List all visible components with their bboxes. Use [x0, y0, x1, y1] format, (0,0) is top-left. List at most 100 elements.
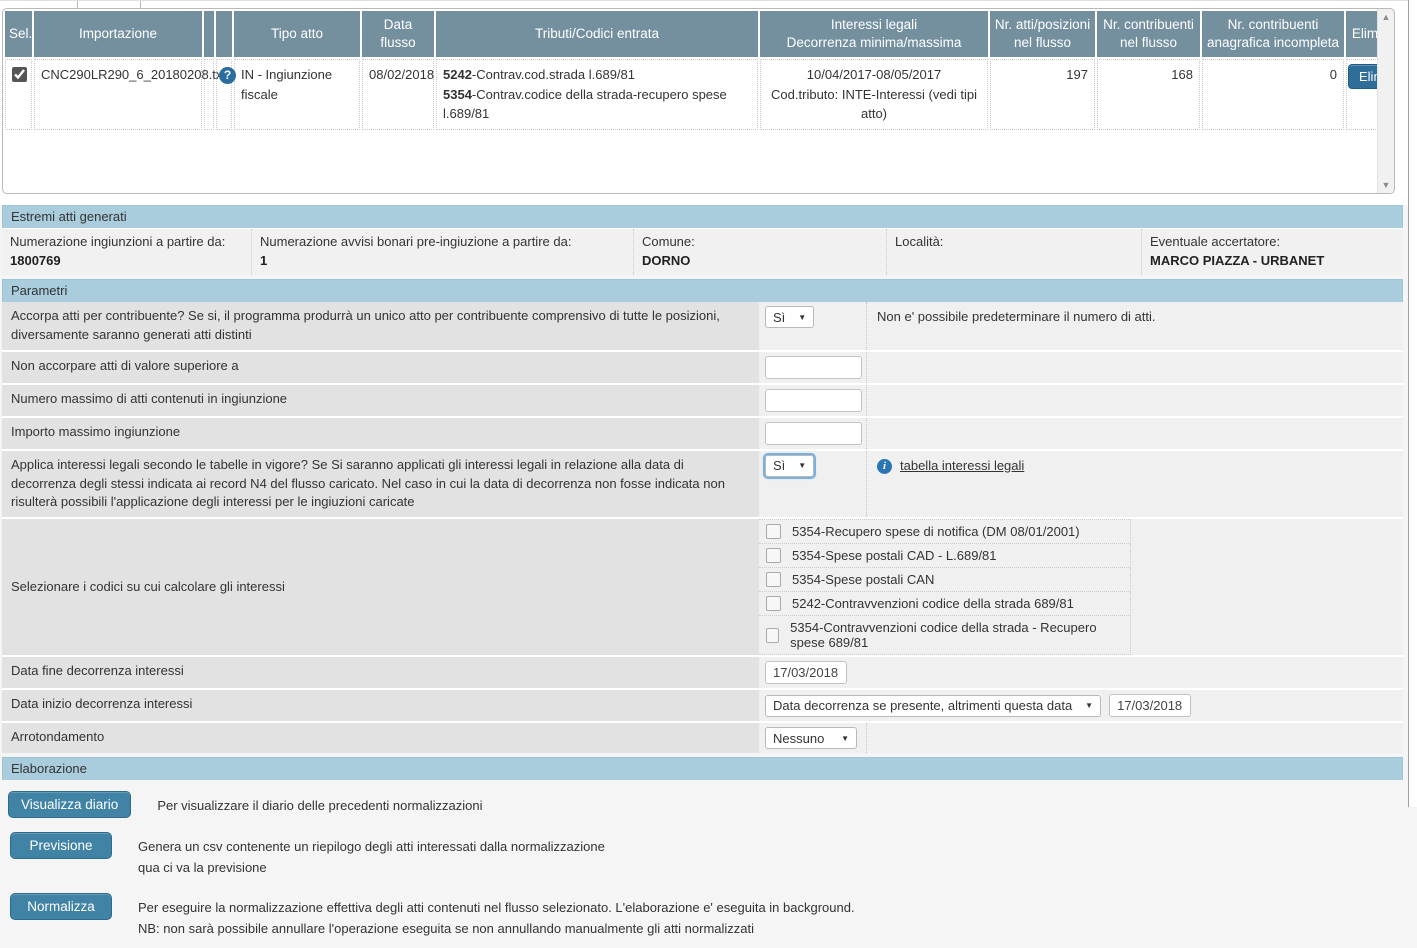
- visualizza-diario-button[interactable]: Visualizza diario: [8, 791, 131, 818]
- select-value: Sì: [773, 310, 785, 325]
- param-label: Numero massimo di atti contenuti in ingi…: [2, 385, 759, 416]
- field-value: [895, 253, 1133, 268]
- param-label: Selezionare i codici su cui calcolare gl…: [2, 519, 759, 655]
- field-value: DORNO: [642, 253, 878, 268]
- chevron-down-icon: ▼: [798, 313, 806, 322]
- param-note: [866, 385, 1403, 416]
- applica-interessi-select[interactable]: Sì ▼: [765, 455, 814, 477]
- table-row: CNC290LR290_6_20180208.txt ? IN - Ingiun…: [5, 59, 1395, 130]
- arrotondamento-select[interactable]: Nessuno ▼: [765, 727, 857, 749]
- row-importazione-cell: CNC290LR290_6_20180208.txt: [34, 59, 202, 130]
- codice-option: 5354-Contravvenzioni codice della strada…: [759, 616, 1131, 655]
- header-interessi-line2: Decorrenza minima/massima: [764, 34, 984, 52]
- field-value: 1800769: [10, 253, 243, 268]
- field-label: Numerazione ingiunzioni a partire da:: [10, 234, 243, 249]
- data-fine-input[interactable]: [765, 661, 847, 684]
- row-data-flusso-cell: 08/02/2018: [362, 59, 434, 130]
- header-interessi: Interessi legali Decorrenza minima/massi…: [760, 11, 988, 57]
- param-content: [759, 352, 1403, 383]
- action-description: Per visualizzare il diario delle precede…: [157, 791, 482, 817]
- header-tributi: Tributi/Codici entrata: [436, 11, 758, 57]
- action-description-line1: Per eseguire la normalizzazione effettiv…: [138, 898, 855, 919]
- param-content: [759, 385, 1403, 416]
- param-row-importo-massimo: Importo massimo ingiunzione: [2, 418, 1403, 449]
- param-label: Arrotondamento: [2, 723, 759, 753]
- param-control: [759, 385, 866, 416]
- interessi-decorrenza: 10/04/2017-08/05/2017: [767, 65, 981, 85]
- valore-superiore-input[interactable]: [765, 356, 862, 379]
- right-margin: [1409, 0, 1417, 807]
- tabella-interessi-link[interactable]: tabella interessi legali: [900, 458, 1024, 473]
- select-value: Data decorrenza se presente, altrimenti …: [773, 698, 1072, 713]
- param-row-selezione-codici: Selezionare i codici su cui calcolare gl…: [2, 519, 1403, 655]
- section-parametri: Parametri: [2, 279, 1403, 302]
- param-note: i tabella interessi legali: [866, 451, 1403, 518]
- parametri-rows: Accorpa atti per contribuente? Se si, il…: [2, 302, 1403, 753]
- param-note: [866, 723, 1403, 753]
- accorpa-select[interactable]: Sì ▼: [765, 306, 814, 328]
- numero-massimo-input[interactable]: [765, 389, 862, 412]
- codice-checkbox[interactable]: [766, 524, 781, 539]
- row-select-checkbox[interactable]: [12, 67, 27, 82]
- flussi-table-container: Sel. Importazione Tipo atto Data flusso …: [2, 8, 1395, 194]
- param-row-non-accorpare: Non accorpare atti di valore superiore a: [2, 352, 1403, 383]
- section-elaborazione: Elaborazione: [2, 757, 1403, 780]
- normalizza-button[interactable]: Normalizza: [10, 893, 112, 920]
- estremi-fields: Numerazione ingiunzioni a partire da: 18…: [2, 228, 1403, 275]
- tributo-code: 5242: [443, 67, 472, 82]
- previsione-button[interactable]: Previsione: [10, 832, 112, 859]
- codice-checkbox[interactable]: [766, 628, 779, 643]
- codice-option: 5242-Contravvenzioni codice della strada…: [759, 592, 1131, 616]
- scroll-up-icon[interactable]: ▲: [1382, 12, 1391, 22]
- tab-strip: [0, 0, 1417, 8]
- header-nr-atti: Nr. atti/posizioni nel flusso: [990, 11, 1095, 57]
- importo-massimo-input[interactable]: [765, 422, 862, 445]
- tributo-desc: -Contrav.cod.strada l.689/81: [472, 67, 635, 82]
- field-value: MARCO PIAZZA - URBANET: [1150, 253, 1395, 268]
- codice-checkbox[interactable]: [766, 596, 781, 611]
- row-nr-atti-cell: 197: [990, 59, 1095, 130]
- param-control: Data decorrenza se presente, altrimenti …: [759, 690, 1197, 721]
- field-localita: Località:: [887, 229, 1142, 275]
- info-icon[interactable]: i: [877, 459, 892, 474]
- param-row-data-fine: Data fine decorrenza interessi: [2, 657, 1403, 688]
- codici-checkbox-list: 5354-Recupero spese di notifica (DM 08/0…: [759, 519, 1131, 655]
- row-nr-contribuenti-cell: 168: [1097, 59, 1200, 130]
- scroll-down-icon[interactable]: ▼: [1382, 180, 1391, 190]
- action-description-line2: NB: non sarà possibile annullare l'opera…: [138, 919, 855, 940]
- table-scrollbar[interactable]: ▲ ▼: [1377, 9, 1394, 193]
- param-content: [759, 418, 1403, 449]
- field-label: Comune:: [642, 234, 878, 249]
- param-row-arrotondamento: Arrotondamento Nessuno ▼: [2, 723, 1403, 753]
- action-previsione: Previsione Genera un csv contenente un r…: [2, 827, 1403, 888]
- tributo-desc: -Contrav.codice della strada-recupero sp…: [443, 87, 727, 122]
- header-importazione: Importazione: [34, 11, 202, 57]
- data-inizio-select[interactable]: Data decorrenza se presente, altrimenti …: [765, 695, 1101, 717]
- data-inizio-input[interactable]: [1109, 694, 1191, 717]
- field-label: Eventuale accertatore:: [1150, 234, 1395, 249]
- param-label: Importo massimo ingiunzione: [2, 418, 759, 449]
- question-mark-icon[interactable]: ?: [219, 67, 236, 84]
- param-content: Sì ▼ i tabella interessi legali: [759, 451, 1403, 518]
- field-numerazione-avvisi: Numerazione avvisi bonari pre-ingiuzione…: [252, 229, 634, 275]
- codice-option: 5354-Spese postali CAN: [759, 568, 1131, 592]
- row-help-cell: ?: [216, 59, 232, 130]
- row-sel-cell: [5, 59, 32, 130]
- param-content: 5354-Recupero spese di notifica (DM 08/0…: [759, 519, 1403, 655]
- row-nr-anagrafica-cell: 0: [1202, 59, 1344, 130]
- param-row-data-inizio: Data inizio decorrenza interessi Data de…: [2, 690, 1403, 721]
- action-description-line1: Genera un csv contenente un riepilogo de…: [138, 837, 605, 858]
- param-content: Nessuno ▼: [759, 723, 1403, 753]
- field-value: 1: [260, 253, 625, 268]
- param-content: [759, 657, 1403, 688]
- tributo-code: 5354: [443, 87, 472, 102]
- codice-checkbox[interactable]: [766, 548, 781, 563]
- elaborazione-actions: Visualizza diario Per visualizzare il di…: [2, 780, 1403, 948]
- interessi-cod-tributo: Cod.tributo: INTE-Interessi (vedi tipi a…: [767, 85, 981, 124]
- param-control: [759, 418, 866, 449]
- right-edge-line: [1408, 0, 1409, 807]
- param-control: [759, 352, 866, 383]
- row-tributi-cell: 5242-Contrav.cod.strada l.689/81 5354-Co…: [436, 59, 758, 130]
- codice-checkbox[interactable]: [766, 572, 781, 587]
- field-label: Numerazione avvisi bonari pre-ingiuzione…: [260, 234, 625, 249]
